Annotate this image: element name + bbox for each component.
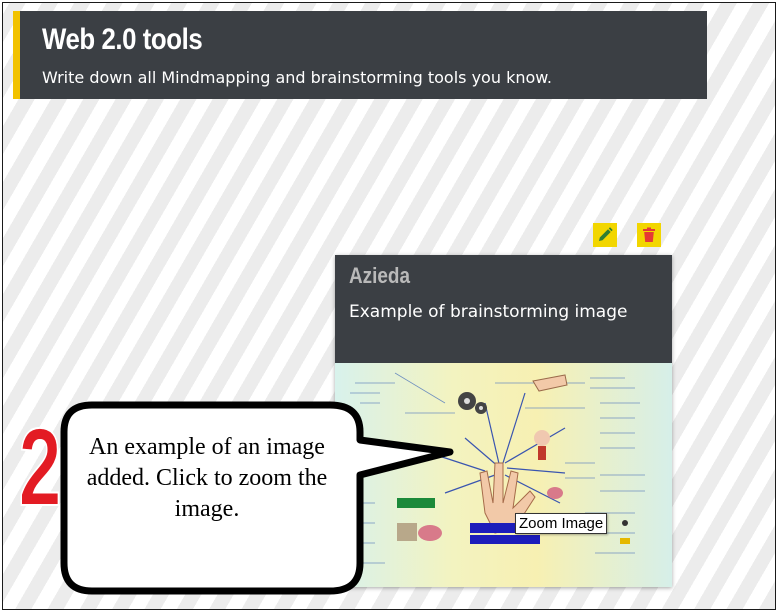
wall-header: Web 2.0 tools Write down all Mindmapping…: [13, 11, 707, 99]
post-header: Azieda Example of brainstorming image: [335, 255, 672, 363]
wall-description: Write down all Mindmapping and brainstor…: [42, 68, 552, 87]
mindmap-illustration: [350, 372, 645, 564]
step-number: 2: [19, 415, 62, 515]
edit-post-button[interactable]: [593, 223, 617, 247]
step-number-badge: 2: [18, 415, 63, 515]
pencil-icon: [599, 227, 613, 241]
delete-post-button[interactable]: [637, 223, 661, 247]
post-author: Azieda: [349, 263, 410, 288]
post-image-mindmap[interactable]: [335, 363, 672, 587]
zoom-image-tooltip: Zoom Image: [515, 513, 608, 534]
trash-icon: [643, 227, 655, 242]
wall-title: Web 2.0 tools: [42, 23, 203, 56]
callout-text: An example of an image added. Click to z…: [86, 434, 328, 522]
post-text: Example of brainstorming image: [349, 302, 628, 322]
post-card[interactable]: Azieda Example of brainstorming image: [335, 255, 672, 587]
